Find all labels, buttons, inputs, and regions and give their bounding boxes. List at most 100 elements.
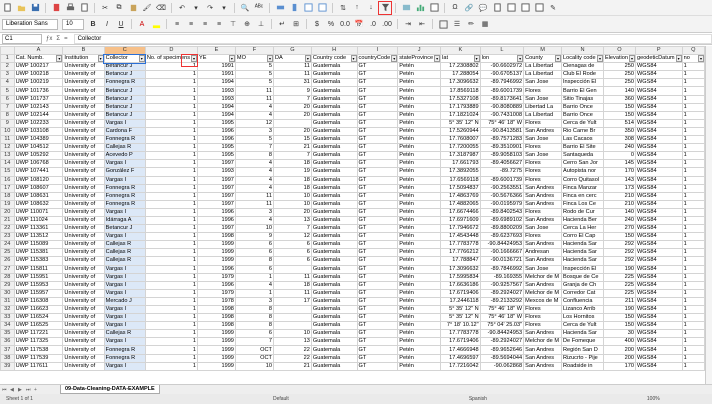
cell[interactable]: Fonnegra R xyxy=(103,199,146,209)
cell[interactable]: UWP 115089 xyxy=(13,240,64,250)
cell[interactable]: 17.1821024 xyxy=(440,110,481,120)
cell[interactable]: GT xyxy=(356,361,399,371)
cell[interactable]: González F xyxy=(103,167,146,177)
cell[interactable]: 17.6636186 xyxy=(440,280,481,290)
cell[interactable]: Petén xyxy=(397,345,442,355)
cell[interactable]: University of xyxy=(62,143,105,153)
cell[interactable]: 1996 xyxy=(197,135,236,145)
special-character-icon[interactable]: Ω xyxy=(450,3,460,13)
copy-icon[interactable]: ⧉ xyxy=(114,3,124,13)
autofilter-dropdown-icon[interactable]: ▾ xyxy=(56,55,62,62)
cell[interactable]: 190 xyxy=(602,264,636,274)
cell[interactable]: University of xyxy=(62,175,105,185)
cell[interactable]: University of xyxy=(62,118,105,128)
cell[interactable]: Guatemala xyxy=(310,143,358,153)
cell[interactable]: 1 xyxy=(681,256,705,266)
cell[interactable]: 1 xyxy=(681,159,705,169)
cell[interactable]: 1 xyxy=(144,207,199,217)
cell[interactable]: 5 xyxy=(234,135,274,145)
cell[interactable]: -90.2563551 xyxy=(479,183,525,193)
cell[interactable]: 1 xyxy=(144,135,199,145)
cell[interactable]: 21 xyxy=(272,361,312,371)
prev-sheet-icon[interactable]: ◀ xyxy=(10,387,16,393)
underline-icon[interactable]: U xyxy=(116,19,126,29)
cell[interactable]: 1 xyxy=(144,159,199,169)
cell[interactable]: San Andres xyxy=(523,183,562,193)
autofilter-dropdown-icon[interactable]: ▾ xyxy=(473,55,480,62)
cell[interactable]: University of xyxy=(62,232,105,242)
cell[interactable]: UWP 113361 xyxy=(13,224,64,234)
cell[interactable]: GT xyxy=(356,256,399,266)
cell[interactable]: 1 xyxy=(144,175,199,185)
column-header-q[interactable]: Q xyxy=(681,46,705,56)
add-decimal-icon[interactable]: .0 xyxy=(368,19,378,29)
cell[interactable]: San Jose xyxy=(523,151,562,161)
header-cell[interactable]: countryCode ▾ xyxy=(356,54,399,64)
cell[interactable]: Guatemala xyxy=(310,232,358,242)
cell[interactable]: 1 xyxy=(681,135,705,145)
row-header[interactable]: 22 xyxy=(0,224,15,234)
cell[interactable]: 17.3892055 xyxy=(440,167,481,177)
cell[interactable]: Flores xyxy=(523,304,562,315)
cell[interactable]: Petén xyxy=(397,159,442,169)
name-box[interactable]: C1 xyxy=(2,33,42,44)
cell[interactable]: GT xyxy=(356,224,399,234)
cell[interactable]: 292 xyxy=(602,256,636,266)
header-cell[interactable]: DA ▾ xyxy=(272,54,312,64)
cell[interactable]: WGS84 xyxy=(634,126,683,137)
cell[interactable]: UWP 115953 xyxy=(13,280,64,290)
cell[interactable]: 17.5094837 xyxy=(440,183,481,193)
sum-icon[interactable]: Σ xyxy=(56,36,60,42)
cell[interactable]: Fonnegra R xyxy=(103,191,146,201)
cell[interactable]: 1 xyxy=(681,207,705,217)
cell[interactable]: Petén xyxy=(397,272,442,282)
cell[interactable]: 4 xyxy=(234,110,274,120)
cell[interactable]: 1 xyxy=(681,329,705,339)
cell[interactable]: WGS84 xyxy=(634,191,683,201)
cell[interactable]: 5° 35' 12" N xyxy=(440,118,481,128)
cell[interactable]: 1995 xyxy=(197,118,236,128)
header-cell[interactable]: No. of specimens ▾ xyxy=(144,54,199,64)
cell[interactable]: 173 xyxy=(602,183,636,193)
autofilter-dropdown-icon[interactable]: ▾ xyxy=(228,55,235,62)
cell[interactable]: Melchor de M xyxy=(523,288,562,298)
cell[interactable]: Rio Carne Br xyxy=(560,126,604,137)
cell[interactable]: 1 xyxy=(681,313,705,323)
conditional-format-icon[interactable]: ▦ xyxy=(480,19,490,29)
cell[interactable]: 1994 xyxy=(197,102,236,112)
cell[interactable]: 240 xyxy=(602,215,636,226)
cell[interactable]: 1 xyxy=(144,296,199,307)
header-cell[interactable]: stateProvince ▾ xyxy=(397,54,442,64)
header-cell[interactable]: Institution ▾ xyxy=(62,54,105,64)
header-cell[interactable]: no ▾ xyxy=(681,54,705,64)
export-pdf-icon[interactable] xyxy=(51,3,61,13)
cell[interactable]: Finca Manzar xyxy=(560,183,604,193)
cell[interactable]: 12 xyxy=(234,118,274,128)
cell[interactable]: Betancur J xyxy=(103,62,146,72)
cell[interactable]: 30 xyxy=(602,329,636,339)
cell[interactable]: UWP 117538 xyxy=(13,345,64,355)
cell[interactable]: Petén xyxy=(397,94,442,104)
define-print-area-icon[interactable] xyxy=(506,3,516,13)
cell[interactable]: Fonnegra R xyxy=(103,135,146,145)
cell[interactable]: 1 xyxy=(234,288,274,298)
cell[interactable]: 1 xyxy=(681,215,705,226)
cell[interactable]: Guatemala xyxy=(310,288,358,298)
cell[interactable]: Vargas I xyxy=(103,304,146,315)
cell[interactable]: Rodo de Cur xyxy=(560,207,604,217)
cell[interactable]: 31 xyxy=(272,78,312,88)
print-icon[interactable] xyxy=(65,3,75,13)
cell[interactable]: Guatemala xyxy=(310,159,358,169)
cell[interactable]: 17.3096632 xyxy=(440,264,481,274)
cell[interactable]: 140 xyxy=(602,86,636,96)
cell[interactable]: Callejas R xyxy=(103,256,146,266)
header-cell[interactable]: Cat. Numb. ▾ xyxy=(13,54,64,64)
cell[interactable]: GT xyxy=(356,280,399,290)
cell[interactable]: 1 xyxy=(681,272,705,282)
cell[interactable]: -90.84424953 xyxy=(479,329,525,339)
cell[interactable]: 150 xyxy=(602,102,636,112)
cell[interactable]: UWP 115957 xyxy=(13,288,64,298)
cell[interactable]: WGS84 xyxy=(634,296,683,307)
column-header-g[interactable]: G xyxy=(272,46,312,56)
cell[interactable]: OCT xyxy=(234,345,274,355)
